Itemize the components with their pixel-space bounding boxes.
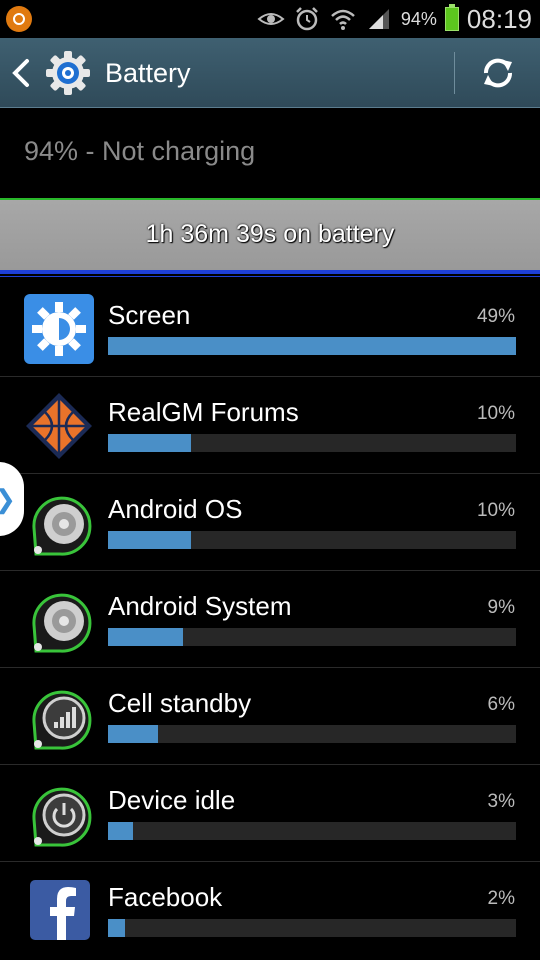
usage-name: Android System [108,591,292,621]
usage-bar [108,434,516,452]
basketball-icon [24,391,94,461]
android-os-icon [24,488,94,558]
android-system-icon [24,585,94,655]
usage-row-cell-standby[interactable]: Cell standby 6% [0,668,540,765]
usage-percent: 10% [476,500,515,521]
usage-percent: 2% [487,888,515,909]
usage-bar [108,919,516,937]
app-notification-icon [6,6,32,32]
wifi-icon [329,7,357,31]
chevron-right-icon: ❯ [0,484,16,515]
usage-name: Screen [108,300,191,330]
refresh-icon[interactable] [478,54,518,92]
usage-bar-fill [108,919,125,937]
usage-name: Android OS [108,494,243,524]
usage-name: Device idle [108,785,236,815]
action-bar: Battery [0,38,540,108]
alarm-icon [293,7,321,31]
usage-bar-fill [108,434,192,452]
usage-bar-fill [108,822,133,840]
usage-bar-fill [108,531,192,549]
usage-percent: 3% [487,791,515,812]
facebook-icon [24,876,94,946]
battery-graph[interactable]: 1h 36m 39s on battery [0,194,540,280]
eye-icon [257,7,285,31]
usage-row-realgm[interactable]: RealGM Forums 10% [0,377,540,474]
usage-bar [108,822,516,840]
usage-bar-fill [108,337,516,355]
usage-percent: 10% [476,403,515,424]
usage-bar [108,725,516,743]
usage-bar-fill [108,725,158,743]
battery-percent: 94% [400,8,437,29]
screen-brightness-icon [24,294,94,364]
power-icon [24,779,94,849]
graph-charge-line [0,198,540,200]
status-bar: 94% 08:19 [0,0,540,38]
usage-row-android-os[interactable]: Android OS 10% [0,474,540,571]
usage-row-device-idle[interactable]: Device idle 3% [0,765,540,862]
battery-icon [444,4,459,31]
charge-status: 94% - Not charging [24,136,256,166]
usage-name: Cell standby [108,688,252,718]
usage-percent: 49% [476,306,515,327]
graph-signal-line [0,270,540,274]
gear-icon[interactable] [44,49,92,97]
action-divider [454,52,455,94]
usage-percent: 6% [487,694,515,715]
graph-baseline [0,276,540,277]
usage-bar [108,628,516,646]
page-title: Battery [105,58,191,88]
chevron-left-icon[interactable] [10,58,32,88]
clock: 08:19 [466,3,532,34]
status-icons: 94% 08:19 [257,0,532,38]
usage-row-screen[interactable]: Screen 49% [0,280,540,377]
usage-bar [108,337,516,355]
usage-row-facebook[interactable]: Facebook 2% [0,862,540,959]
signal-icon [365,7,393,31]
usage-percent: 9% [487,597,515,618]
usage-name: Facebook [108,882,223,912]
usage-bar [108,531,516,549]
cell-signal-icon [24,682,94,752]
usage-bar-fill [108,628,183,646]
usage-name: RealGM Forums [108,397,299,427]
time-on-battery: 1h 36m 39s on battery [145,220,395,248]
usage-row-android-system[interactable]: Android System 9% [0,571,540,668]
